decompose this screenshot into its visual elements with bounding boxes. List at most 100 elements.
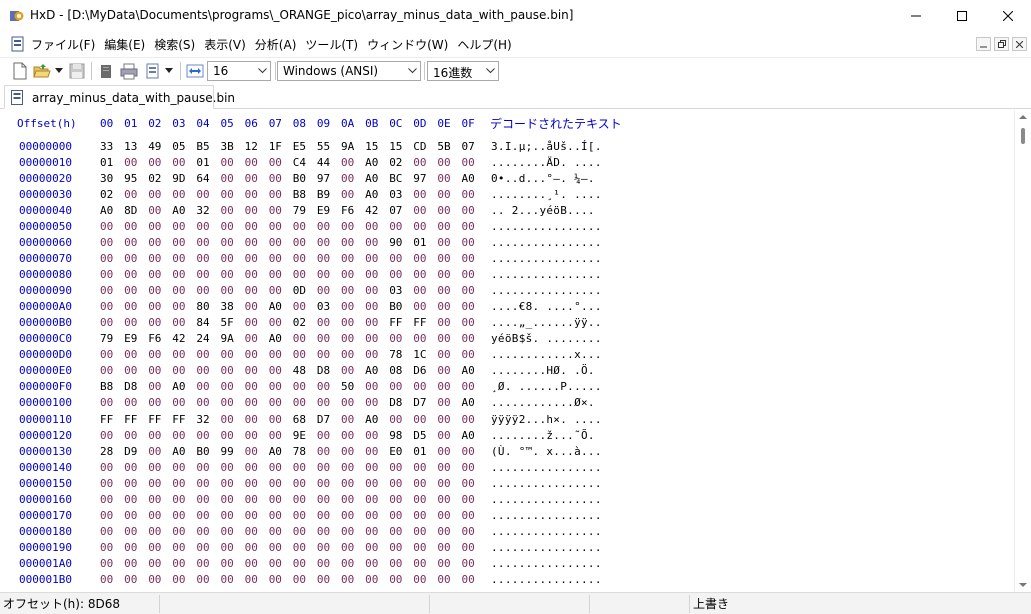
hex-byte[interactable]: 00 bbox=[437, 172, 450, 185]
hex-byte[interactable]: 00 bbox=[100, 493, 113, 506]
hex-byte[interactable]: 00 bbox=[245, 445, 258, 458]
hex-byte[interactable]: 00 bbox=[341, 461, 354, 474]
hex-byte[interactable]: 00 bbox=[196, 380, 209, 393]
hex-byte[interactable]: 00 bbox=[437, 573, 450, 586]
hex-byte[interactable]: 00 bbox=[221, 220, 234, 233]
hex-byte[interactable]: 00 bbox=[172, 557, 185, 570]
hex-byte[interactable]: 00 bbox=[124, 236, 137, 249]
hex-byte[interactable]: 49 bbox=[148, 140, 161, 153]
hex-byte[interactable]: 00 bbox=[172, 268, 185, 281]
hex-byte[interactable]: 00 bbox=[269, 252, 282, 265]
hex-byte[interactable]: 00 bbox=[269, 525, 282, 538]
hex-byte[interactable]: CD bbox=[413, 140, 426, 153]
hex-byte[interactable]: 00 bbox=[413, 188, 426, 201]
hex-byte[interactable]: 00 bbox=[269, 477, 282, 490]
decoded-text[interactable]: ........ÄD. .... bbox=[491, 156, 602, 169]
hex-byte[interactable]: 00 bbox=[245, 525, 258, 538]
decoded-text[interactable]: ........¸¹. .... bbox=[491, 188, 602, 201]
decoded-text[interactable]: ................ bbox=[491, 268, 602, 281]
hex-byte[interactable]: 00 bbox=[437, 396, 450, 409]
hex-byte[interactable]: 00 bbox=[269, 493, 282, 506]
hex-byte[interactable]: 00 bbox=[172, 364, 185, 377]
hex-byte[interactable]: 78 bbox=[293, 445, 306, 458]
hex-byte[interactable]: 00 bbox=[462, 380, 475, 393]
hex-byte[interactable]: 00 bbox=[437, 541, 450, 554]
hex-byte[interactable]: 00 bbox=[462, 236, 475, 249]
hex-byte[interactable]: 00 bbox=[365, 429, 378, 442]
hex-byte[interactable]: 00 bbox=[172, 220, 185, 233]
scroll-thumb[interactable] bbox=[1021, 128, 1025, 144]
hex-byte[interactable]: 00 bbox=[221, 493, 234, 506]
hex-byte[interactable]: 00 bbox=[148, 348, 161, 361]
hex-byte[interactable]: 00 bbox=[389, 332, 402, 345]
hex-byte[interactable]: 00 bbox=[196, 461, 209, 474]
hex-byte[interactable]: 00 bbox=[437, 413, 450, 426]
hex-byte[interactable]: B8 bbox=[100, 380, 113, 393]
hex-byte[interactable]: 90 bbox=[389, 236, 402, 249]
hex-byte[interactable]: 42 bbox=[172, 332, 185, 345]
hex-byte[interactable]: 00 bbox=[317, 396, 330, 409]
hex-byte[interactable]: 00 bbox=[245, 316, 258, 329]
hex-byte[interactable]: B0 bbox=[293, 172, 306, 185]
decoded-text[interactable]: ................ bbox=[491, 477, 602, 490]
hex-byte[interactable]: 99 bbox=[221, 445, 234, 458]
hex-byte[interactable]: 00 bbox=[196, 493, 209, 506]
hex-byte[interactable]: 00 bbox=[269, 413, 282, 426]
hex-byte[interactable]: 00 bbox=[365, 332, 378, 345]
hex-byte[interactable]: 00 bbox=[365, 252, 378, 265]
hex-byte[interactable]: 00 bbox=[365, 461, 378, 474]
hex-byte[interactable]: 00 bbox=[148, 557, 161, 570]
hex-byte[interactable]: 00 bbox=[341, 348, 354, 361]
hex-byte[interactable]: 00 bbox=[100, 477, 113, 490]
hex-byte[interactable]: 00 bbox=[269, 156, 282, 169]
hex-byte[interactable]: D6 bbox=[413, 364, 426, 377]
decoded-text[interactable]: ....„_......ÿÿ.. bbox=[491, 316, 602, 329]
hex-byte[interactable]: 00 bbox=[413, 461, 426, 474]
hex-byte[interactable]: 00 bbox=[124, 429, 137, 442]
hex-byte[interactable]: 00 bbox=[172, 252, 185, 265]
hex-byte[interactable]: 00 bbox=[221, 252, 234, 265]
hex-byte[interactable]: 00 bbox=[389, 509, 402, 522]
hex-byte[interactable]: 00 bbox=[389, 493, 402, 506]
hex-byte[interactable]: 00 bbox=[317, 380, 330, 393]
hex-byte[interactable]: 00 bbox=[413, 380, 426, 393]
hex-byte[interactable]: 00 bbox=[462, 188, 475, 201]
hex-byte[interactable]: 00 bbox=[245, 236, 258, 249]
hex-byte[interactable]: 00 bbox=[462, 525, 475, 538]
hex-byte[interactable]: 97 bbox=[413, 172, 426, 185]
hex-byte[interactable]: 00 bbox=[293, 573, 306, 586]
hex-byte[interactable]: 00 bbox=[293, 300, 306, 313]
hex-byte[interactable]: 00 bbox=[365, 220, 378, 233]
hex-byte[interactable]: 00 bbox=[462, 156, 475, 169]
hex-byte[interactable]: 00 bbox=[221, 236, 234, 249]
hex-byte[interactable]: 00 bbox=[293, 477, 306, 490]
hex-byte[interactable]: 02 bbox=[148, 172, 161, 185]
hex-byte[interactable]: 00 bbox=[317, 461, 330, 474]
hex-byte[interactable]: 98 bbox=[389, 429, 402, 442]
hex-byte[interactable]: F6 bbox=[341, 204, 354, 217]
hex-byte[interactable]: 00 bbox=[100, 316, 113, 329]
hex-byte[interactable]: 00 bbox=[245, 461, 258, 474]
hex-byte[interactable]: 00 bbox=[269, 316, 282, 329]
hex-byte[interactable]: A0 bbox=[100, 204, 113, 217]
hex-byte[interactable]: 00 bbox=[124, 477, 137, 490]
hex-byte[interactable]: 79 bbox=[293, 204, 306, 217]
hex-byte[interactable]: 00 bbox=[389, 573, 402, 586]
hex-byte[interactable]: 00 bbox=[245, 557, 258, 570]
hex-byte[interactable]: 00 bbox=[413, 300, 426, 313]
hex-byte[interactable]: 15 bbox=[365, 140, 378, 153]
hex-byte[interactable]: 00 bbox=[365, 396, 378, 409]
hex-byte[interactable]: 05 bbox=[172, 140, 185, 153]
decoded-text[interactable]: ÿÿÿÿ2...h×. .... bbox=[491, 413, 602, 426]
hex-byte[interactable]: 5F bbox=[221, 316, 234, 329]
hex-byte[interactable]: 00 bbox=[413, 557, 426, 570]
hex-byte[interactable]: 00 bbox=[100, 220, 113, 233]
hex-byte[interactable]: 00 bbox=[293, 332, 306, 345]
decoded-text[interactable]: 0•..d...°—. ¼—. bbox=[491, 172, 595, 185]
hex-byte[interactable]: 00 bbox=[100, 525, 113, 538]
hex-byte[interactable]: FF bbox=[413, 316, 426, 329]
hex-byte[interactable]: 3B bbox=[221, 140, 234, 153]
decoded-text[interactable]: ....€8. ....°... bbox=[491, 300, 602, 313]
hex-byte[interactable]: 00 bbox=[317, 429, 330, 442]
hex-byte[interactable]: 00 bbox=[341, 429, 354, 442]
